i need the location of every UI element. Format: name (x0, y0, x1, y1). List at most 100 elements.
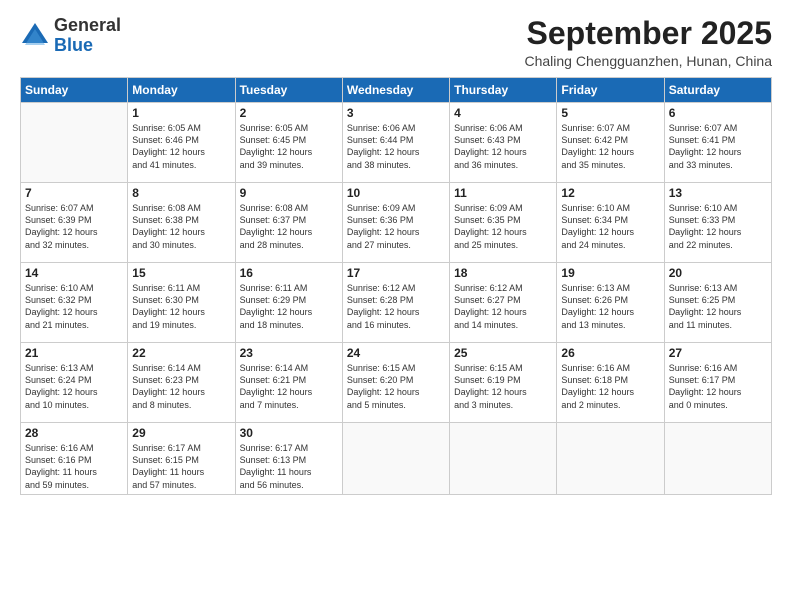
cell-info: Sunrise: 6:09 AMSunset: 6:36 PMDaylight:… (347, 202, 445, 251)
calendar-cell: 11 Sunrise: 6:09 AMSunset: 6:35 PMDayligh… (450, 183, 557, 263)
calendar-cell: 30 Sunrise: 6:17 AMSunset: 6:13 PMDayligh… (235, 423, 342, 495)
day-number: 4 (454, 106, 552, 120)
calendar-cell: 28Sunrise: 6:16 AMSunset: 6:16 PMDayligh… (21, 423, 128, 495)
calendar-cell (342, 423, 449, 495)
cell-info: Sunrise: 6:05 AMSunset: 6:46 PMDaylight:… (132, 122, 230, 171)
calendar-cell: 24 Sunrise: 6:15 AMSunset: 6:20 PMDayligh… (342, 343, 449, 423)
day-number: 20 (669, 266, 767, 280)
cell-info: Sunrise: 6:17 AMSunset: 6:13 PMDaylight:… (240, 442, 338, 491)
cell-info: Sunrise: 6:07 AMSunset: 6:39 PMDaylight:… (25, 202, 123, 251)
day-number: 21 (25, 346, 123, 360)
weekday-header-thursday: Thursday (450, 78, 557, 103)
logo: General Blue (20, 16, 121, 56)
cell-info: Sunrise: 6:14 AMSunset: 6:21 PMDaylight:… (240, 362, 338, 411)
calendar-cell: 23 Sunrise: 6:14 AMSunset: 6:21 PMDayligh… (235, 343, 342, 423)
calendar-cell: 8 Sunrise: 6:08 AMSunset: 6:38 PMDaylight… (128, 183, 235, 263)
weekday-header-monday: Monday (128, 78, 235, 103)
calendar-cell (664, 423, 771, 495)
calendar-cell: 2 Sunrise: 6:05 AMSunset: 6:45 PMDaylight… (235, 103, 342, 183)
cell-info: Sunrise: 6:16 AMSunset: 6:18 PMDaylight:… (561, 362, 659, 411)
calendar-cell: 12Sunrise: 6:10 AMSunset: 6:34 PMDayligh… (557, 183, 664, 263)
calendar-cell: 5 Sunrise: 6:07 AMSunset: 6:42 PMDaylight… (557, 103, 664, 183)
cell-info: Sunrise: 6:15 AMSunset: 6:20 PMDaylight:… (347, 362, 445, 411)
calendar-cell: 29 Sunrise: 6:17 AMSunset: 6:15 PMDayligh… (128, 423, 235, 495)
calendar-cell: 18Sunrise: 6:12 AMSunset: 6:27 PMDayligh… (450, 263, 557, 343)
day-number: 17 (347, 266, 445, 280)
calendar-cell: 16 Sunrise: 6:11 AMSunset: 6:29 PMDayligh… (235, 263, 342, 343)
location: Chaling Chengguanzhen, Hunan, China (524, 53, 772, 69)
calendar-cell: 10 Sunrise: 6:09 AMSunset: 6:36 PMDayligh… (342, 183, 449, 263)
day-number: 9 (240, 186, 338, 200)
day-number: 10 (347, 186, 445, 200)
header: General Blue September 2025 Chaling Chen… (20, 16, 772, 69)
calendar: SundayMondayTuesdayWednesdayThursdayFrid… (20, 77, 772, 495)
logo-blue-text: Blue (54, 35, 93, 55)
weekday-header-wednesday: Wednesday (342, 78, 449, 103)
calendar-cell: 13 Sunrise: 6:10 AMSunset: 6:33 PMDayligh… (664, 183, 771, 263)
calendar-cell: 6 Sunrise: 6:07 AMSunset: 6:41 PMDaylight… (664, 103, 771, 183)
calendar-cell: 4Sunrise: 6:06 AMSunset: 6:43 PMDaylight… (450, 103, 557, 183)
calendar-cell: 22 Sunrise: 6:14 AMSunset: 6:23 PMDayligh… (128, 343, 235, 423)
day-number: 3 (347, 106, 445, 120)
cell-info: Sunrise: 6:15 AMSunset: 6:19 PMDaylight:… (454, 362, 552, 411)
day-number: 15 (132, 266, 230, 280)
calendar-cell: 14 Sunrise: 6:10 AMSunset: 6:32 PMDayligh… (21, 263, 128, 343)
calendar-cell: 3 Sunrise: 6:06 AMSunset: 6:44 PMDaylight… (342, 103, 449, 183)
day-number: 23 (240, 346, 338, 360)
calendar-cell: 21 Sunrise: 6:13 AMSunset: 6:24 PMDayligh… (21, 343, 128, 423)
calendar-cell: 9 Sunrise: 6:08 AMSunset: 6:37 PMDaylight… (235, 183, 342, 263)
day-number: 5 (561, 106, 659, 120)
day-number: 30 (240, 426, 338, 440)
logo-icon (20, 21, 50, 51)
calendar-cell: 17 Sunrise: 6:12 AMSunset: 6:28 PMDayligh… (342, 263, 449, 343)
day-number: 24 (347, 346, 445, 360)
cell-info: Sunrise: 6:12 AMSunset: 6:28 PMDaylight:… (347, 282, 445, 331)
cell-info: Sunrise: 6:08 AMSunset: 6:37 PMDaylight:… (240, 202, 338, 251)
weekday-header-tuesday: Tuesday (235, 78, 342, 103)
day-number: 2 (240, 106, 338, 120)
cell-info: Sunrise: 6:07 AMSunset: 6:41 PMDaylight:… (669, 122, 767, 171)
cell-info: Sunrise: 6:16 AMSunset: 6:17 PMDaylight:… (669, 362, 767, 411)
cell-info: Sunrise: 6:09 AMSunset: 6:35 PMDaylight:… (454, 202, 552, 251)
day-number: 25 (454, 346, 552, 360)
weekday-header-saturday: Saturday (664, 78, 771, 103)
day-number: 19 (561, 266, 659, 280)
day-number: 6 (669, 106, 767, 120)
weekday-header-row: SundayMondayTuesdayWednesdayThursdayFrid… (21, 78, 772, 103)
day-number: 14 (25, 266, 123, 280)
cell-info: Sunrise: 6:08 AMSunset: 6:38 PMDaylight:… (132, 202, 230, 251)
day-number: 22 (132, 346, 230, 360)
cell-info: Sunrise: 6:14 AMSunset: 6:23 PMDaylight:… (132, 362, 230, 411)
day-number: 13 (669, 186, 767, 200)
weekday-header-sunday: Sunday (21, 78, 128, 103)
cell-info: Sunrise: 6:10 AMSunset: 6:33 PMDaylight:… (669, 202, 767, 251)
day-number: 11 (454, 186, 552, 200)
calendar-cell (450, 423, 557, 495)
title-block: September 2025 Chaling Chengguanzhen, Hu… (524, 16, 772, 69)
cell-info: Sunrise: 6:17 AMSunset: 6:15 PMDaylight:… (132, 442, 230, 491)
calendar-cell: 25 Sunrise: 6:15 AMSunset: 6:19 PMDayligh… (450, 343, 557, 423)
calendar-cell: 1 Sunrise: 6:05 AMSunset: 6:46 PMDaylight… (128, 103, 235, 183)
cell-info: Sunrise: 6:13 AMSunset: 6:24 PMDaylight:… (25, 362, 123, 411)
cell-info: Sunrise: 6:10 AMSunset: 6:32 PMDaylight:… (25, 282, 123, 331)
day-number: 29 (132, 426, 230, 440)
cell-info: Sunrise: 6:12 AMSunset: 6:27 PMDaylight:… (454, 282, 552, 331)
calendar-cell: 7 Sunrise: 6:07 AMSunset: 6:39 PMDaylight… (21, 183, 128, 263)
cell-info: Sunrise: 6:11 AMSunset: 6:29 PMDaylight:… (240, 282, 338, 331)
day-number: 8 (132, 186, 230, 200)
cell-info: Sunrise: 6:05 AMSunset: 6:45 PMDaylight:… (240, 122, 338, 171)
cell-info: Sunrise: 6:07 AMSunset: 6:42 PMDaylight:… (561, 122, 659, 171)
day-number: 27 (669, 346, 767, 360)
cell-info: Sunrise: 6:16 AMSunset: 6:16 PMDaylight:… (25, 442, 123, 491)
day-number: 7 (25, 186, 123, 200)
cell-info: Sunrise: 6:11 AMSunset: 6:30 PMDaylight:… (132, 282, 230, 331)
calendar-cell: 26Sunrise: 6:16 AMSunset: 6:18 PMDayligh… (557, 343, 664, 423)
calendar-cell: 20 Sunrise: 6:13 AMSunset: 6:25 PMDayligh… (664, 263, 771, 343)
day-number: 16 (240, 266, 338, 280)
day-number: 1 (132, 106, 230, 120)
calendar-cell (21, 103, 128, 183)
cell-info: Sunrise: 6:06 AMSunset: 6:44 PMDaylight:… (347, 122, 445, 171)
calendar-cell (557, 423, 664, 495)
cell-info: Sunrise: 6:13 AMSunset: 6:25 PMDaylight:… (669, 282, 767, 331)
calendar-cell: 27 Sunrise: 6:16 AMSunset: 6:17 PMDayligh… (664, 343, 771, 423)
